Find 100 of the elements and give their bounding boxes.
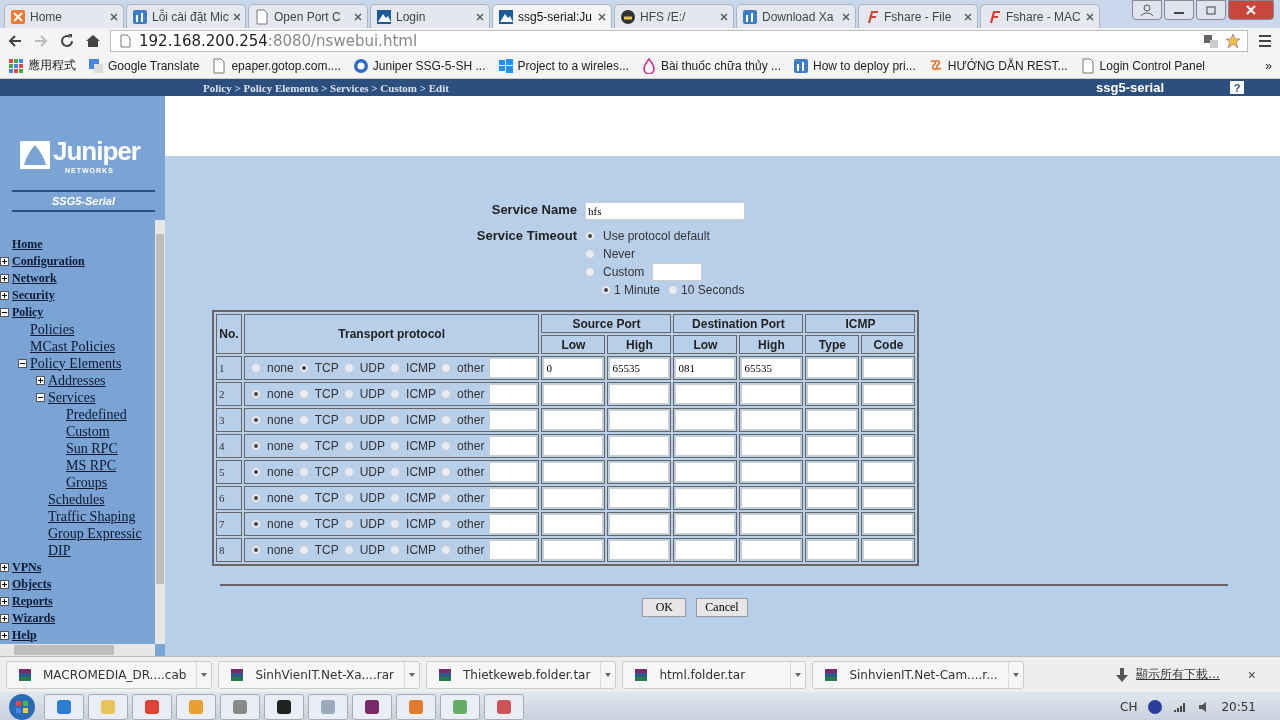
radio-button[interactable]: [585, 267, 595, 277]
browser-tab[interactable]: Lỗi cài đặt Mic: [126, 4, 246, 28]
caret-icon[interactable]: [1012, 672, 1019, 677]
bookmark-link[interactable]: How to deploy pri...: [793, 57, 916, 74]
bookmark-link[interactable]: Project to a wireles...: [497, 57, 629, 74]
radio-button[interactable]: [441, 545, 452, 555]
port-field[interactable]: [609, 514, 670, 534]
menu-link[interactable]: Predefined: [66, 406, 127, 423]
port-field[interactable]: [609, 488, 670, 508]
radio-button[interactable]: [585, 231, 595, 241]
clock[interactable]: 20:51: [1221, 700, 1256, 714]
download-item[interactable]: MACROMEDIA_DR....cab: [6, 660, 213, 689]
vertical-scrollbar[interactable]: [155, 220, 165, 644]
ok-button[interactable]: OK: [642, 598, 687, 617]
port-field[interactable]: [741, 514, 802, 534]
close-icon[interactable]: [110, 12, 118, 21]
icmp-type-field[interactable]: [807, 540, 858, 560]
radio-button[interactable]: [390, 545, 401, 555]
other-protocol-field[interactable]: [489, 358, 538, 378]
radio-button[interactable]: [585, 249, 595, 259]
radio-button[interactable]: [298, 389, 309, 399]
port-field[interactable]: [675, 462, 736, 482]
radio-button[interactable]: [343, 545, 354, 555]
minimize-icon[interactable]: [1164, 0, 1194, 20]
icmp-type-field[interactable]: [807, 358, 858, 378]
expand-icon[interactable]: [0, 257, 9, 266]
port-field[interactable]: [543, 462, 604, 482]
menu-link[interactable]: Policy: [12, 305, 44, 320]
radio-button[interactable]: [390, 519, 401, 529]
port-field[interactable]: [741, 384, 802, 404]
radio-button[interactable]: [298, 467, 309, 477]
menu-link[interactable]: Sun RPC: [66, 440, 118, 457]
port-field[interactable]: [741, 540, 802, 560]
taskbar-app-icon[interactable]: [352, 694, 392, 720]
menu-link[interactable]: Reports: [12, 594, 53, 609]
expand-icon[interactable]: [0, 563, 9, 572]
bookmark-link[interactable]: Juniper SSG-5-SH ...: [352, 57, 486, 74]
radio-button[interactable]: [343, 519, 354, 529]
download-item[interactable]: SinhVienIT.Net-Xa....rar: [218, 660, 420, 689]
cancel-button[interactable]: Cancel: [696, 598, 748, 617]
menu-link[interactable]: Wizards: [12, 611, 56, 626]
radio-button[interactable]: [251, 415, 261, 425]
menu-link[interactable]: Help: [12, 628, 37, 643]
close-icon[interactable]: [964, 12, 972, 21]
icmp-type-field[interactable]: [807, 462, 858, 482]
menu-link[interactable]: MS RPC: [66, 457, 117, 474]
browser-tab[interactable]: Login: [370, 4, 490, 28]
radio-button[interactable]: [298, 545, 309, 555]
reload-icon[interactable]: [58, 31, 76, 50]
taskbar-app-icon[interactable]: [264, 694, 304, 720]
port-field[interactable]: 081: [675, 358, 736, 378]
radio-button[interactable]: [390, 441, 401, 451]
radio-button[interactable]: [601, 285, 611, 295]
radio-button[interactable]: [251, 389, 261, 399]
radio-button[interactable]: [441, 493, 452, 503]
menu-link[interactable]: MCast Policies: [30, 338, 116, 355]
browser-tab[interactable]: HFS /E:/: [614, 4, 734, 28]
other-protocol-field[interactable]: [489, 488, 538, 508]
radio-button[interactable]: [390, 415, 401, 425]
radio-button[interactable]: [390, 467, 401, 477]
menu-link[interactable]: Objects: [12, 577, 52, 592]
port-field[interactable]: [675, 384, 736, 404]
radio-button[interactable]: [298, 415, 309, 425]
menu-link[interactable]: Home: [12, 237, 43, 252]
browser-tab[interactable]: Fshare - MAC: [980, 4, 1100, 28]
port-field[interactable]: 65535: [609, 358, 670, 378]
bookmark-link[interactable]: Google Translate: [88, 57, 200, 74]
download-item[interactable]: Thietkeweb.folder.tar: [425, 660, 617, 689]
icmp-type-field[interactable]: [807, 514, 858, 534]
download-item[interactable]: SinhvienIT.Net-Cam....r...: [812, 660, 1024, 689]
close-icon[interactable]: [598, 12, 606, 21]
port-field[interactable]: [609, 410, 670, 430]
menu-link[interactable]: Group Expressic: [48, 525, 142, 542]
close-icon[interactable]: [720, 12, 728, 21]
signal-icon[interactable]: [1173, 700, 1188, 714]
port-field[interactable]: 0: [543, 358, 604, 378]
expand-icon[interactable]: [0, 614, 9, 623]
collapse-icon[interactable]: [18, 359, 27, 368]
radio-button[interactable]: [441, 389, 452, 399]
radio-button[interactable]: [390, 389, 401, 399]
radio-button[interactable]: [251, 545, 261, 555]
close-icon[interactable]: [232, 12, 241, 21]
port-field[interactable]: [675, 514, 736, 534]
port-field[interactable]: [609, 384, 670, 404]
radio-button[interactable]: [343, 467, 354, 477]
radio-button[interactable]: [441, 363, 452, 373]
bookmark-link[interactable]: HƯỚNG DẪN REST...: [927, 57, 1068, 74]
icmp-code-field[interactable]: [863, 410, 914, 430]
language-indicator[interactable]: CH: [1120, 700, 1138, 714]
bookmark-link[interactable]: epaper.gotop.com....: [211, 57, 341, 74]
collapse-icon[interactable]: [36, 393, 45, 402]
bookmark-link[interactable]: Bài thuốc chữa thủy ...: [640, 57, 781, 74]
other-protocol-field[interactable]: [489, 384, 538, 404]
menu-link[interactable]: Services: [48, 389, 96, 406]
close-icon[interactable]: [476, 12, 484, 21]
radio-button[interactable]: [441, 467, 452, 477]
menu-link[interactable]: Configuration: [12, 254, 85, 269]
close-icon[interactable]: [354, 12, 362, 21]
radio-button[interactable]: [251, 363, 261, 373]
port-field[interactable]: [675, 488, 736, 508]
